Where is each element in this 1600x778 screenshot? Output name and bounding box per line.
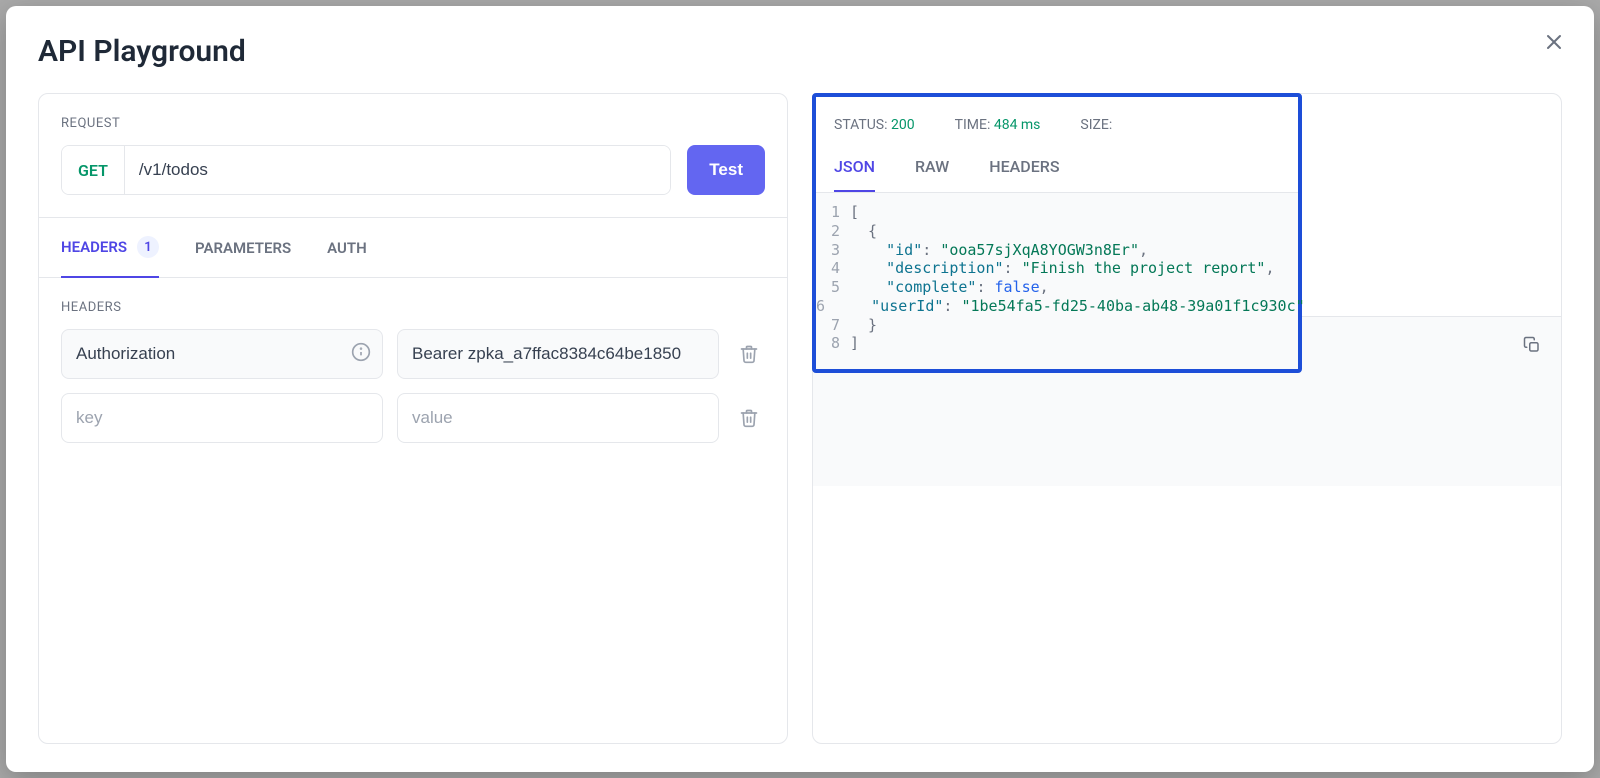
header-key-input-empty[interactable] bbox=[61, 393, 383, 443]
request-tabs: HEADERS 1 PARAMETERS AUTH bbox=[39, 217, 787, 278]
response-highlight-box: STATUS: 200 TIME: 484 ms SIZE: JSON RAW bbox=[812, 93, 1302, 373]
header-key-input[interactable] bbox=[61, 329, 383, 379]
time-group: TIME: 484 ms bbox=[955, 117, 1041, 133]
time-label: TIME: bbox=[955, 117, 991, 133]
header-value-input[interactable] bbox=[397, 329, 719, 379]
url-group: GET bbox=[61, 145, 671, 195]
size-label: SIZE: bbox=[1080, 117, 1112, 133]
headers-section: HEADERS bbox=[39, 278, 787, 465]
copy-response-button[interactable] bbox=[1523, 336, 1541, 358]
tab-parameters[interactable]: PARAMETERS bbox=[195, 218, 291, 277]
response-tab-json[interactable]: JSON bbox=[834, 157, 875, 192]
delete-header-button[interactable] bbox=[733, 408, 765, 428]
header-key-cell bbox=[61, 329, 383, 379]
code-line-3: "id": "ooa57sjXqA8YOGW3n8Er", bbox=[850, 241, 1148, 260]
test-button[interactable]: Test bbox=[687, 145, 765, 195]
panels-container: REQUEST GET Test HEADERS 1 PARAMETERS AU… bbox=[38, 93, 1562, 744]
status-label: STATUS: bbox=[834, 117, 888, 133]
response-body: 1[ 2 { 3 "id": "ooa57sjXqA8YOGW3n8Er", 4… bbox=[816, 192, 1298, 369]
response-tab-raw[interactable]: RAW bbox=[915, 157, 949, 192]
close-button[interactable] bbox=[1542, 30, 1566, 58]
response-tab-headers[interactable]: HEADERS bbox=[989, 157, 1059, 192]
request-panel: REQUEST GET Test HEADERS 1 PARAMETERS AU… bbox=[38, 93, 788, 744]
tab-auth[interactable]: AUTH bbox=[327, 218, 367, 277]
status-row: STATUS: 200 TIME: 484 ms SIZE: bbox=[816, 97, 1298, 133]
code-line-1: [ bbox=[850, 203, 859, 222]
tab-label: AUTH bbox=[327, 239, 367, 257]
status-value: 200 bbox=[891, 117, 915, 133]
tab-headers[interactable]: HEADERS 1 bbox=[61, 218, 159, 278]
headers-section-label: HEADERS bbox=[61, 300, 765, 315]
page-title: API Playground bbox=[38, 34, 1562, 69]
request-label: REQUEST bbox=[39, 94, 787, 145]
method-select[interactable]: GET bbox=[62, 146, 125, 194]
response-tabs: JSON RAW HEADERS bbox=[816, 133, 1298, 192]
tab-label: PARAMETERS bbox=[195, 239, 291, 257]
request-row: GET Test bbox=[39, 145, 787, 217]
code-line-8: ] bbox=[850, 334, 859, 353]
code-line-7: } bbox=[850, 316, 877, 335]
code-line-2: { bbox=[850, 222, 877, 241]
size-group: SIZE: bbox=[1080, 117, 1112, 133]
url-input[interactable] bbox=[125, 146, 670, 194]
headers-count-badge: 1 bbox=[137, 236, 159, 258]
tab-label: HEADERS bbox=[61, 238, 127, 256]
response-panel: STATUS: 200 TIME: 484 ms SIZE: JSON RAW bbox=[812, 93, 1562, 744]
code-line-6: "userId": "1be54fa5-fd25-40ba-ab48-39a01… bbox=[835, 297, 1305, 316]
headers-grid bbox=[61, 329, 765, 443]
time-value: 484 ms bbox=[994, 117, 1041, 133]
code-line-5: "complete": false, bbox=[850, 278, 1049, 297]
api-playground-modal: API Playground REQUEST GET Test HEADERS … bbox=[6, 6, 1594, 772]
delete-header-button[interactable] bbox=[733, 344, 765, 364]
header-value-input-empty[interactable] bbox=[397, 393, 719, 443]
code-line-4: "description": "Finish the project repor… bbox=[850, 259, 1274, 278]
status-group: STATUS: 200 bbox=[834, 117, 915, 133]
info-icon[interactable] bbox=[351, 342, 371, 366]
